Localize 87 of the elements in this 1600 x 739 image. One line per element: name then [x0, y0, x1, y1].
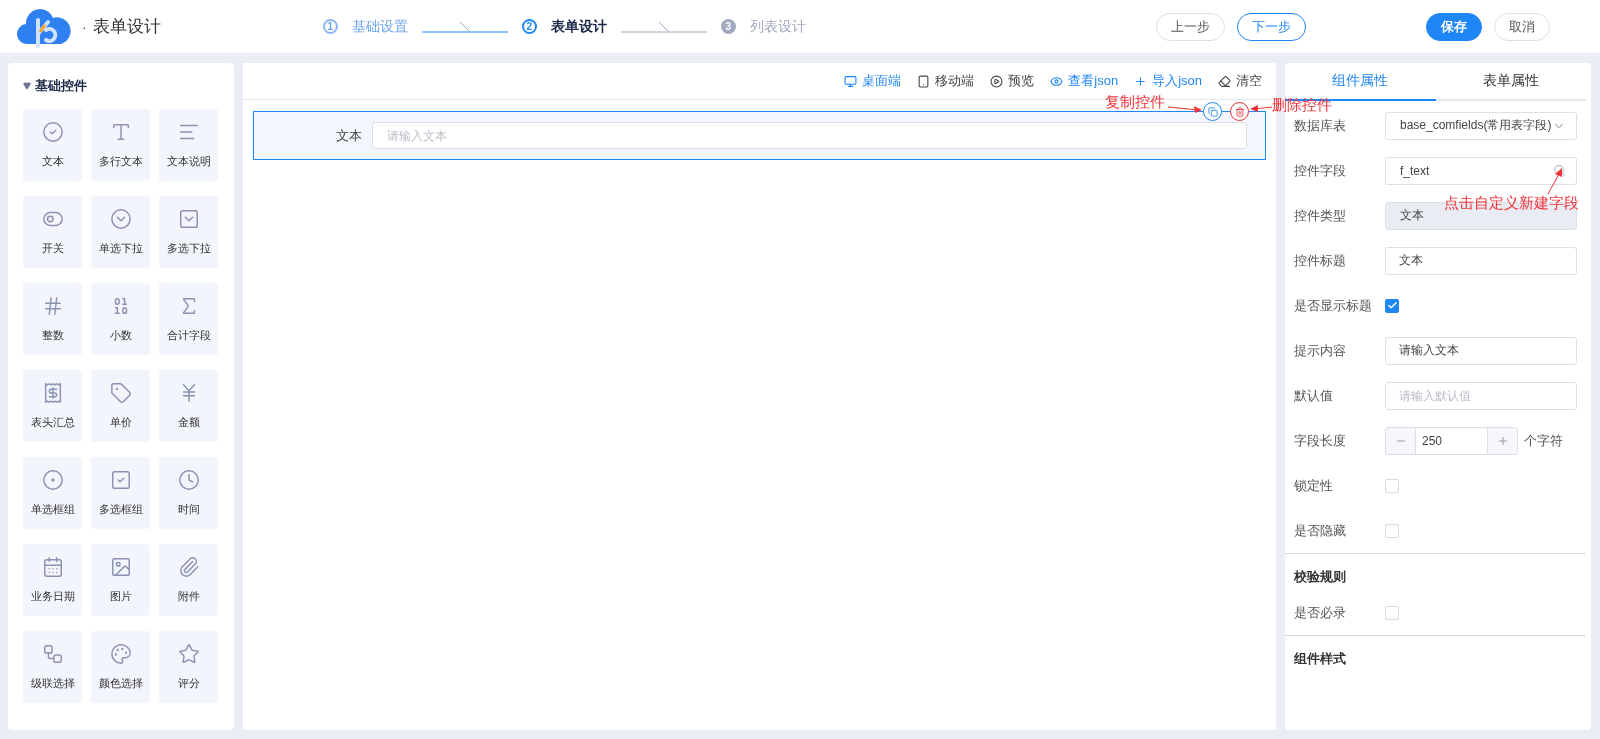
control-icon — [109, 469, 132, 491]
section-title: 校验规则 — [1293, 568, 1347, 586]
palette-item[interactable]: 附件 — [159, 544, 218, 616]
palette-item[interactable]: 金额 — [159, 370, 218, 442]
select-field[interactable]: base_comfields(常用表字段) — [1385, 111, 1577, 140]
palette-item[interactable]: 单价 — [91, 370, 150, 442]
field-label: 数据库表 — [1294, 116, 1347, 135]
field-label: 控件类型 — [1294, 206, 1347, 225]
monitor-icon — [844, 74, 858, 88]
field-label: 提示内容 — [1294, 341, 1347, 360]
play-icon — [990, 74, 1004, 88]
step-number[interactable]: 2 — [521, 19, 537, 34]
toolbar-button[interactable]: 清空 — [1218, 72, 1262, 90]
palette-item[interactable]: 小数 — [91, 283, 150, 355]
unit-label: 个字符 — [1524, 431, 1563, 450]
control-icon — [109, 382, 132, 404]
page-title: 表单设计 — [92, 16, 162, 38]
form-field-row[interactable]: 文本 请输入文本 — [253, 111, 1266, 160]
plus-icon — [1496, 434, 1509, 447]
control-icon — [177, 556, 200, 578]
control-icon — [41, 556, 64, 578]
save-button[interactable]: 保存 — [1426, 12, 1482, 41]
palette-item[interactable]: 多选框组 — [91, 457, 150, 529]
checkbox[interactable] — [1385, 298, 1399, 313]
annotation-arrow — [1168, 104, 1202, 114]
palette-item[interactable]: 级联选择 — [23, 631, 82, 703]
field-label: 字段长度 — [1294, 431, 1347, 450]
toolbar-button[interactable]: 桌面端 — [844, 72, 902, 90]
text-input[interactable]: 请输入默认值 — [1385, 381, 1577, 410]
tablet-icon — [917, 74, 931, 88]
step-nav-button[interactable]: 下一步 — [1237, 12, 1306, 41]
eye-icon — [1050, 74, 1064, 88]
toolbar-button[interactable]: 预览 — [990, 72, 1035, 90]
palette-item[interactable]: 图片 — [91, 544, 150, 616]
palette-title: 基础控件 — [35, 77, 87, 95]
annotation-label: 复制控件 — [1105, 93, 1165, 112]
tab[interactable]: 表单属性 — [1435, 63, 1586, 101]
field-label: 锁定性 — [1294, 476, 1334, 495]
cancel-button[interactable]: 取消 — [1494, 12, 1550, 41]
field-label: 是否隐藏 — [1294, 521, 1347, 540]
control-icon — [177, 469, 200, 491]
caret-icon[interactable] — [23, 82, 31, 90]
palette-item[interactable]: 单选框组 — [23, 457, 82, 529]
text-input[interactable]: 文本 — [1385, 246, 1577, 275]
palette-item[interactable]: 业务日期 — [23, 544, 82, 616]
search-icon[interactable] — [1553, 164, 1566, 177]
step-label[interactable]: 表单设计 — [550, 17, 607, 36]
toolbar-button[interactable]: 移动端 — [917, 72, 975, 90]
field-label: 控件标题 — [1294, 251, 1347, 270]
palette-item[interactable]: 开关 — [23, 196, 82, 268]
step-nav-button[interactable]: 上一步 — [1156, 12, 1225, 41]
annotation-arrow — [1250, 103, 1272, 113]
palette-item[interactable]: 单选下拉 — [91, 196, 150, 268]
trash-icon — [1234, 106, 1245, 117]
copy-icon — [1207, 106, 1218, 117]
control-icon — [41, 121, 64, 143]
toolbar-button[interactable]: 查看json — [1050, 72, 1119, 90]
palette-item[interactable]: 文本说明 — [159, 109, 218, 181]
control-icon — [109, 208, 132, 230]
section-title: 组件样式 — [1293, 650, 1347, 668]
palette-item[interactable]: 时间 — [159, 457, 218, 529]
palette-item[interactable]: 整数 — [23, 283, 82, 355]
field-label: 是否必录 — [1294, 603, 1347, 622]
eraser-icon — [1218, 74, 1231, 88]
control-icon — [177, 643, 200, 665]
plus-icon — [1134, 74, 1148, 88]
search-field[interactable]: f_text — [1385, 156, 1577, 185]
field-label: 控件字段 — [1294, 161, 1347, 180]
control-icon — [109, 556, 132, 578]
control-icon — [41, 469, 64, 491]
field-label: 是否显示标题 — [1294, 296, 1373, 315]
palette-item[interactable]: 表头汇总 — [23, 370, 82, 442]
toolbar-button[interactable]: 导入json — [1134, 72, 1202, 90]
palette-item[interactable]: 合计字段 — [159, 283, 218, 355]
palette-item[interactable]: 颜色选择 — [91, 631, 150, 703]
palette-item[interactable]: 多选下拉 — [159, 196, 218, 268]
separator-dot: · — [82, 18, 87, 35]
control-icon — [109, 643, 132, 665]
palette-item[interactable]: 多行文本 — [91, 109, 150, 181]
control-icon — [177, 208, 200, 230]
palette-item[interactable]: 文本 — [23, 109, 82, 181]
palette-item[interactable]: 评分 — [159, 631, 218, 703]
field-label: 默认值 — [1294, 386, 1334, 405]
control-icon — [41, 643, 64, 665]
text-input[interactable]: 请输入文本 — [1385, 336, 1577, 365]
annotation-arrow — [1546, 168, 1564, 196]
text-input[interactable]: 请输入文本 — [372, 122, 1247, 149]
